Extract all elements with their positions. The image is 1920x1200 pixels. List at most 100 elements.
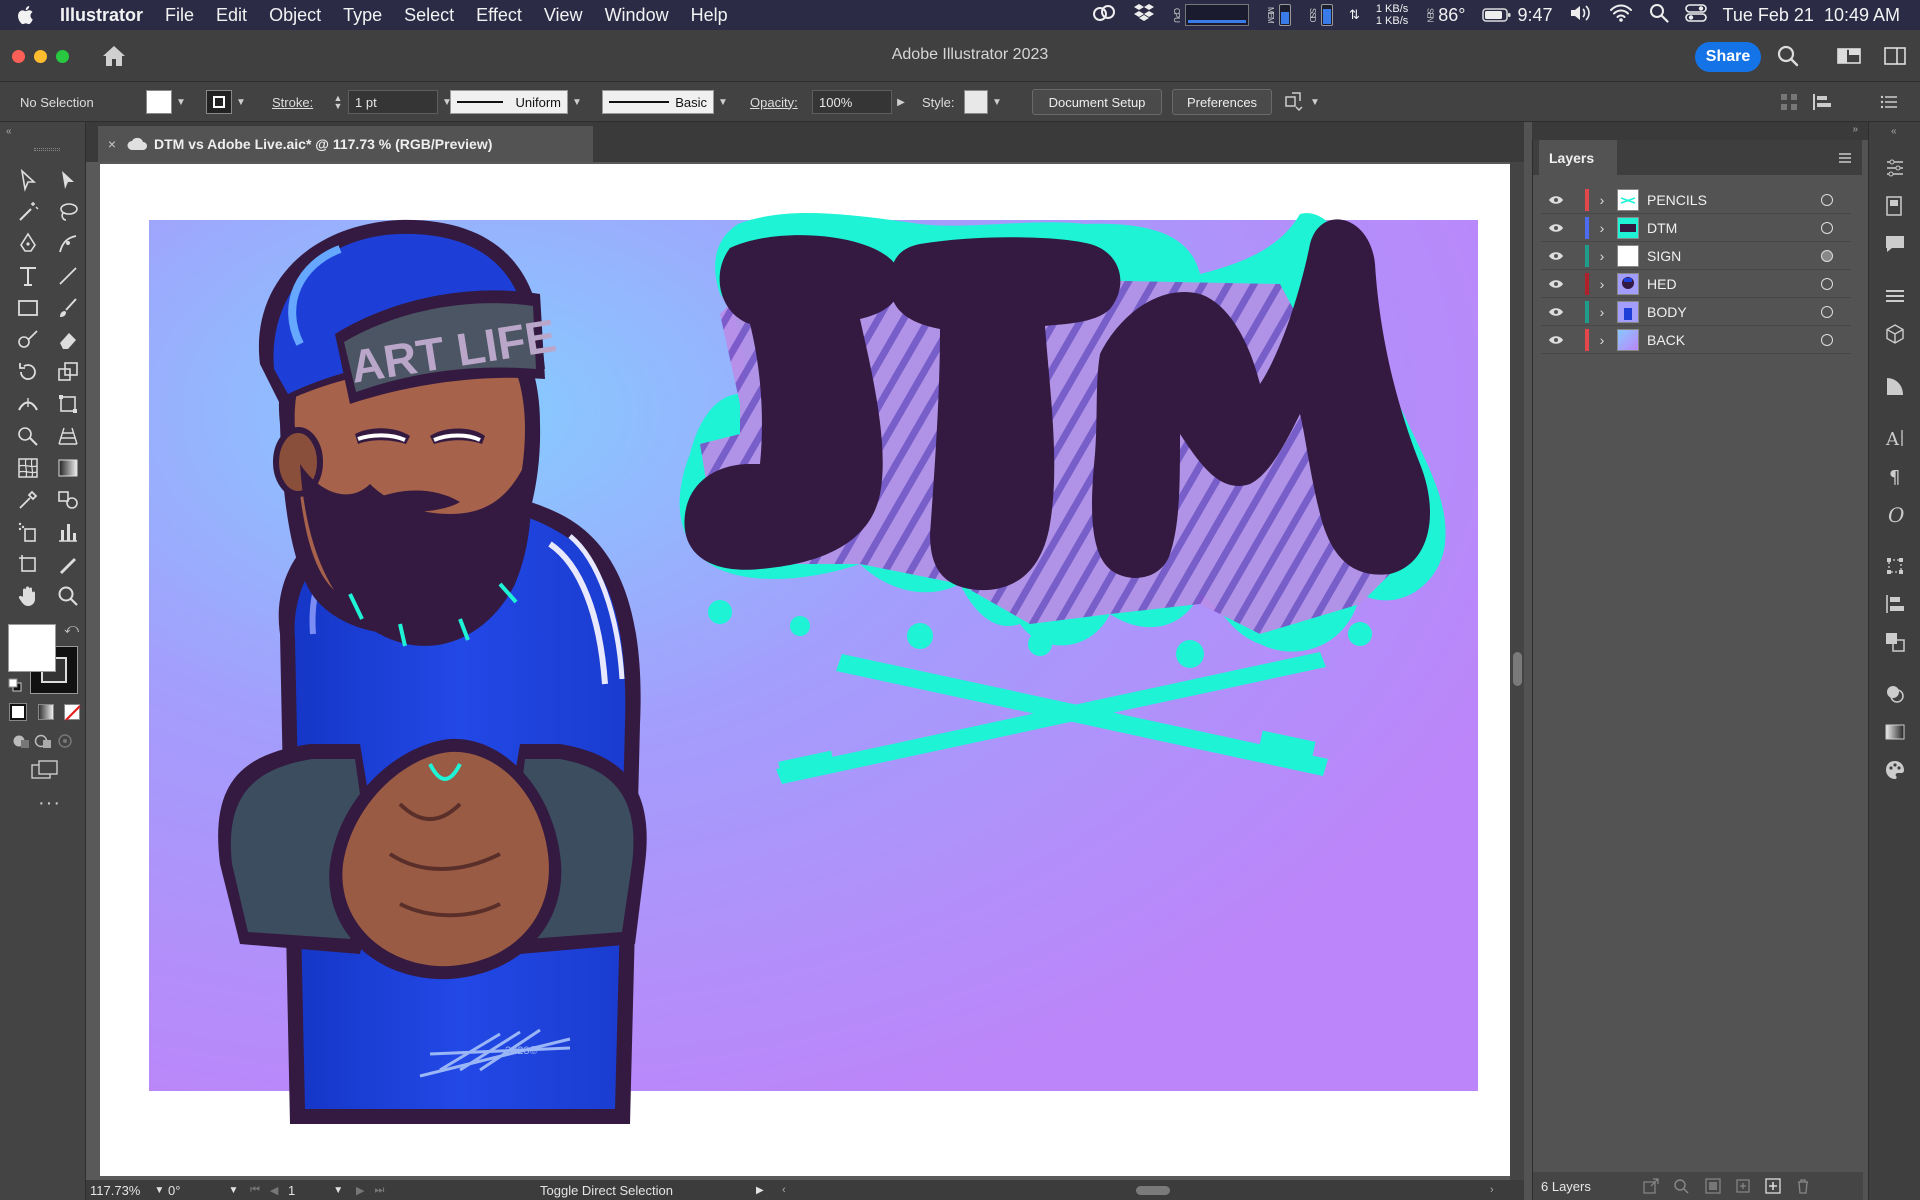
chevron-down-icon[interactable]: ▼	[333, 1185, 343, 1196]
visibility-eye-icon[interactable]	[1541, 279, 1571, 289]
profile-dropdown[interactable]: Uniform	[450, 90, 568, 114]
layer-name[interactable]: PENCILS	[1647, 192, 1797, 208]
layer-row[interactable]: › SIGN	[1541, 242, 1851, 270]
mesh-tool-icon[interactable]	[12, 454, 44, 482]
direct-selection-tool-icon[interactable]	[52, 166, 84, 194]
visibility-eye-icon[interactable]	[1541, 223, 1571, 233]
network-speed[interactable]: 1 KB/s 1 KB/s	[1376, 3, 1408, 27]
expand-panels-icon[interactable]: «	[1891, 126, 1897, 137]
gradient-panel-icon[interactable]	[1881, 718, 1909, 746]
horizontal-scrollbar-thumb[interactable]	[1136, 1180, 1170, 1200]
layer-name[interactable]: DTM	[1647, 220, 1797, 236]
cpu-monitor[interactable]: CPU	[1171, 4, 1249, 26]
paintbrush-tool-icon[interactable]	[52, 294, 84, 322]
menu-app-name[interactable]: Illustrator	[50, 5, 154, 26]
preferences[interactable]: Preferences	[1172, 82, 1272, 122]
layer-name[interactable]: BACK	[1647, 332, 1797, 348]
scroll-right-icon[interactable]: ›	[1490, 1180, 1494, 1200]
rotation-control[interactable]: 0° ▼	[168, 1180, 238, 1200]
vertical-scrollbar[interactable]	[1510, 162, 1524, 1180]
hand-tool-icon[interactable]	[12, 582, 44, 610]
spotlight-search-icon[interactable]	[1649, 3, 1669, 28]
transform-icon[interactable]	[1881, 552, 1909, 580]
layer-target-icon[interactable]	[1821, 249, 1833, 262]
draw-inside-icon[interactable]	[56, 732, 74, 750]
layer-row[interactable]: › BACK	[1541, 326, 1851, 354]
opacity-label[interactable]: Opacity:	[750, 82, 798, 122]
expand-chevron-icon[interactable]: ›	[1589, 248, 1615, 264]
artboard-navigation-next[interactable]: ▶ ⏭	[356, 1180, 384, 1200]
align-grid-icon[interactable]	[1780, 82, 1798, 122]
chevron-down-icon[interactable]: ▼	[1306, 90, 1324, 114]
lasso-tool-icon[interactable]	[52, 198, 84, 226]
collect-for-export-icon[interactable]	[1643, 1178, 1659, 1197]
brush-definition[interactable]: Basic ▼	[602, 82, 732, 122]
expand-chevron-icon[interactable]: ›	[1589, 192, 1615, 208]
layer-name[interactable]: SIGN	[1647, 248, 1797, 264]
graphic-style-swatch[interactable]	[964, 90, 988, 114]
comments-icon[interactable]	[1881, 230, 1909, 258]
chevron-down-icon[interactable]: ▼	[232, 90, 250, 114]
zoom-level-control[interactable]: 117.73% ▼	[90, 1180, 164, 1200]
chevron-down-icon[interactable]: ▼	[154, 1185, 164, 1196]
layer-name[interactable]: BODY	[1647, 304, 1797, 320]
type-tool-icon[interactable]	[12, 262, 44, 290]
menu-help[interactable]: Help	[680, 5, 739, 26]
artboard-number[interactable]: 1	[288, 1183, 295, 1198]
make-clipping-mask-icon[interactable]	[1705, 1178, 1721, 1197]
search-icon[interactable]	[1775, 43, 1801, 69]
memory-monitor[interactable]: MEM	[1265, 4, 1291, 26]
panel-arrange-icon[interactable]	[1882, 43, 1908, 69]
layer-target-icon[interactable]	[1821, 333, 1833, 346]
artboard-tool-icon[interactable]	[12, 550, 44, 578]
panel-menu-icon[interactable]	[1838, 151, 1852, 169]
zoom-tool-icon[interactable]	[52, 582, 84, 610]
layer-row[interactable]: › BODY	[1541, 298, 1851, 326]
libraries-icon[interactable]	[1881, 192, 1909, 220]
creative-cloud-icon[interactable]	[1091, 3, 1117, 28]
blend-tool-icon[interactable]	[52, 486, 84, 514]
eraser-tool-icon[interactable]	[52, 326, 84, 354]
stroke-label[interactable]: Stroke:	[272, 82, 313, 122]
artboard[interactable]: ART LIFE 2023©	[100, 164, 1514, 1176]
curvature-tool-icon[interactable]	[52, 230, 84, 258]
color-mode-button[interactable]	[9, 703, 27, 721]
layer-target-icon[interactable]	[1821, 277, 1833, 290]
scale-tool-icon[interactable]	[52, 358, 84, 386]
document-tab[interactable]: × DTM vs Adobe Live.aic* @ 117.73 % (RGB…	[98, 126, 593, 162]
pen-tool-icon[interactable]	[12, 230, 44, 258]
scroll-left-icon[interactable]: ‹	[782, 1180, 786, 1200]
symbol-sprayer-tool-icon[interactable]	[12, 518, 44, 546]
opacity-label-text[interactable]: Opacity:	[750, 95, 798, 110]
expand-chevron-icon[interactable]: ›	[1589, 276, 1615, 292]
menu-file[interactable]: File	[154, 5, 205, 26]
visibility-eye-icon[interactable]	[1541, 251, 1571, 261]
scrollbar-thumb[interactable]	[1513, 652, 1522, 686]
stroke-weight-control[interactable]: ▲ ▼ 1 pt ▼	[328, 82, 456, 122]
opacity-input[interactable]: 100%	[812, 90, 892, 114]
fill-color-indicator[interactable]	[8, 624, 56, 672]
swap-fill-stroke-icon[interactable]: ⤺	[64, 620, 79, 637]
preferences-button[interactable]: Preferences	[1172, 89, 1272, 115]
expand-chevron-icon[interactable]: ›	[1589, 304, 1615, 320]
expand-chevron-icon[interactable]: ›	[1589, 332, 1615, 348]
layer-target-icon[interactable]	[1821, 305, 1833, 318]
fill-color-box[interactable]	[146, 90, 172, 114]
menu-view[interactable]: View	[533, 5, 594, 26]
none-mode-button[interactable]	[64, 704, 81, 721]
battery-icon[interactable]: 9:47	[1481, 5, 1553, 26]
align-objects-icon[interactable]	[1881, 590, 1909, 618]
free-transform-tool-icon[interactable]	[52, 390, 84, 418]
align-panel-icon[interactable]	[1881, 282, 1909, 310]
column-graph-tool-icon[interactable]	[52, 518, 84, 546]
wifi-icon[interactable]	[1609, 3, 1633, 28]
chevron-right-icon[interactable]: ▶	[892, 90, 910, 114]
menu-object[interactable]: Object	[258, 5, 332, 26]
apple-icon[interactable]	[0, 5, 50, 25]
edit-toolbar-icon[interactable]: ···	[38, 792, 61, 815]
arrange-icon[interactable]	[1284, 91, 1306, 114]
chevron-down-icon[interactable]: ▼	[228, 1185, 238, 1196]
locate-object-icon[interactable]	[1673, 1178, 1689, 1197]
canvas[interactable]: ART LIFE 2023©	[86, 162, 1524, 1180]
delete-layer-icon[interactable]	[1795, 1178, 1811, 1197]
